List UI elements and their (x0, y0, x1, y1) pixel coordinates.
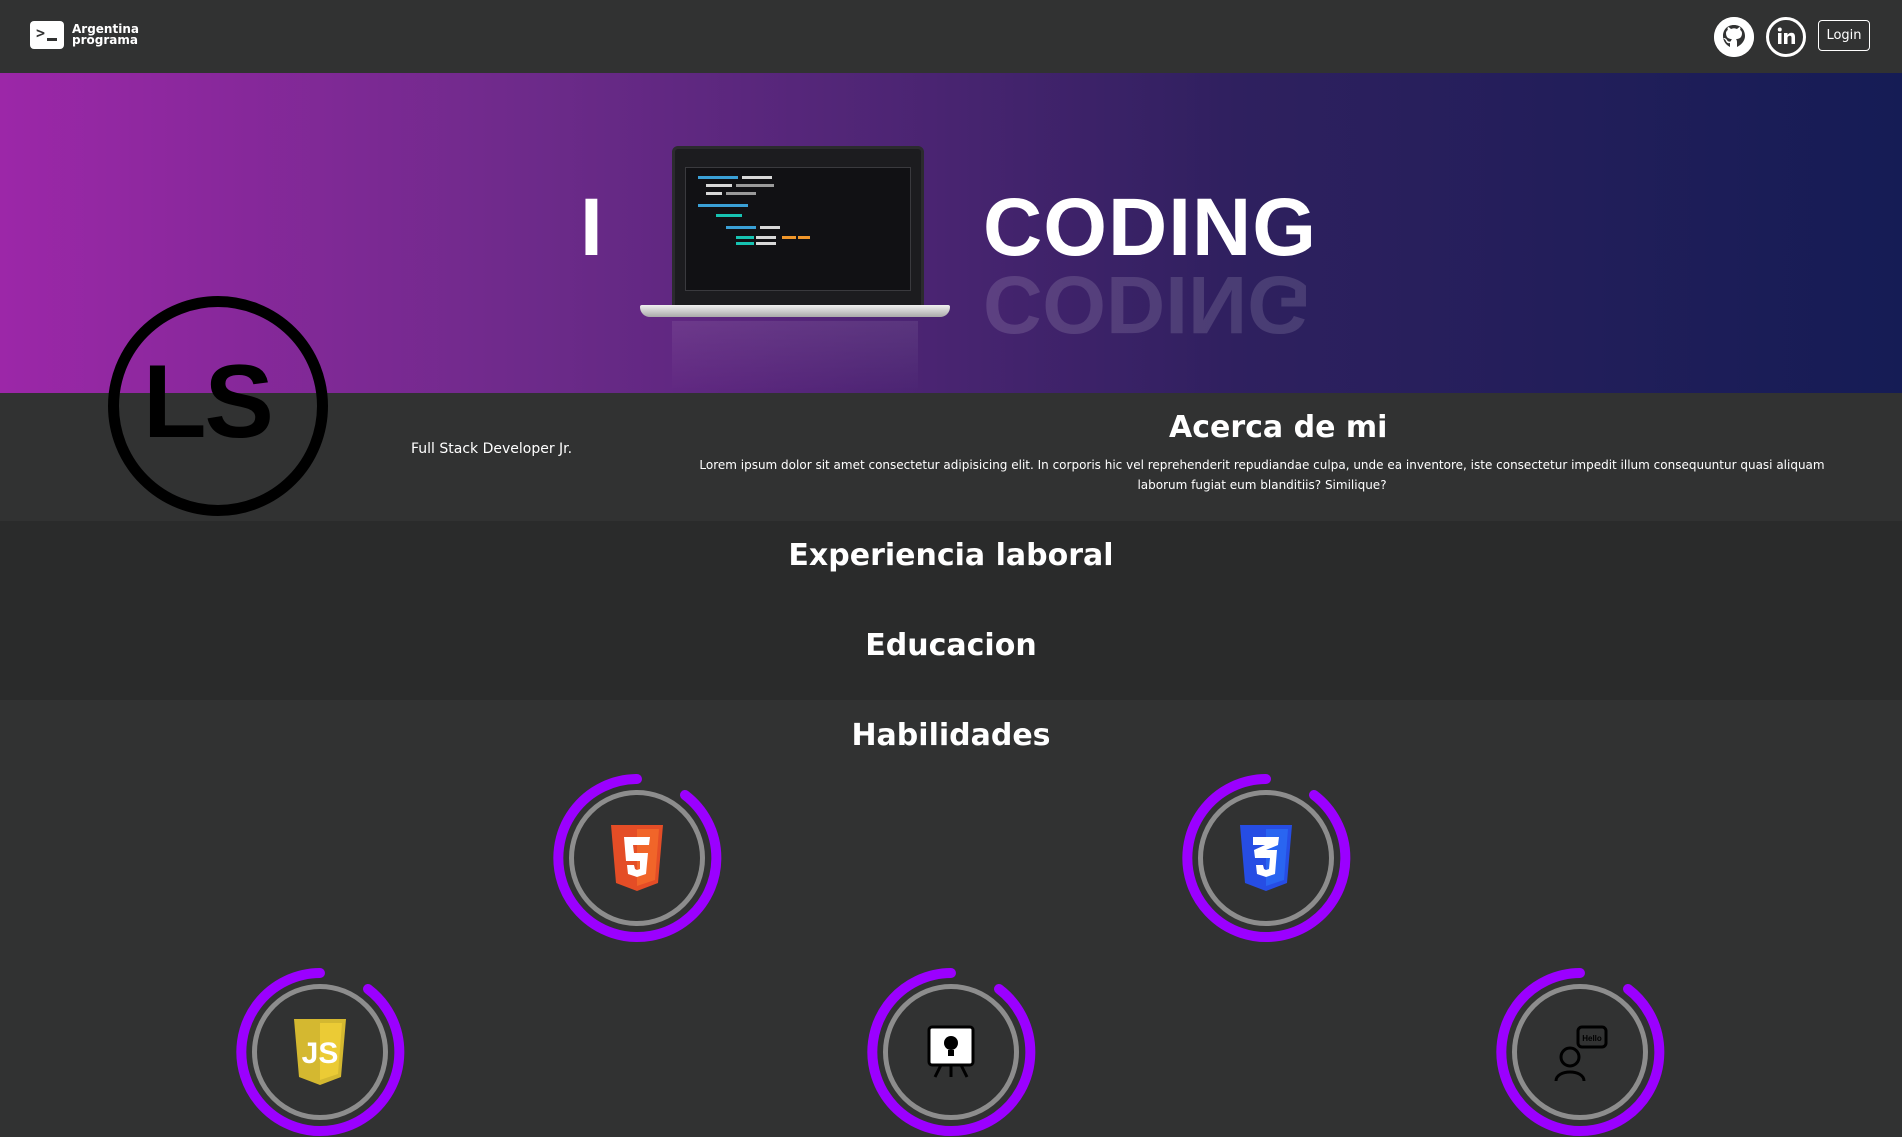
skill-css3 (1181, 773, 1351, 943)
about-text: Lorem ipsum dolor sit amet consectetur a… (699, 458, 1825, 492)
banner-text-i: I (580, 182, 603, 273)
svg-text:JS: JS (302, 1037, 339, 1070)
brand-logo[interactable]: > Argentina programa (30, 21, 139, 49)
communication-icon: Hello (1550, 1017, 1610, 1087)
communication-hello-text: Hello (1582, 1034, 1602, 1043)
education-title: Educacion (865, 628, 1037, 663)
github-icon[interactable] (1714, 17, 1754, 57)
experience-title: Experiencia laboral (788, 538, 1114, 573)
brand-line-2: programa (72, 33, 138, 47)
skill-html5 (552, 773, 722, 943)
laptop-illustration (672, 146, 924, 308)
about-title: Acerca de mi (1169, 410, 1388, 445)
terminal-icon: > (30, 21, 64, 49)
html5-icon (607, 823, 667, 893)
laptop-base (640, 305, 950, 317)
top-navbar: > Argentina programa Login (0, 0, 1902, 73)
linkedin-icon[interactable] (1766, 17, 1806, 57)
brand-name: Argentina programa (72, 23, 139, 47)
skill-communication: Hello (1495, 967, 1665, 1137)
lightbulb-presentation-icon (921, 1017, 981, 1087)
laptop-code-screen (685, 167, 911, 291)
profile-logo-text: LS (143, 344, 274, 460)
laptop-reflection (672, 321, 918, 391)
banner-text-coding: CODING (983, 182, 1317, 273)
skills-title: Habilidades (851, 718, 1051, 753)
banner-text-coding-reflection: CODING (983, 259, 1311, 350)
profile-role: Full Stack Developer Jr. (411, 441, 573, 457)
skill-creativity (866, 967, 1036, 1137)
skill-javascript: JS (235, 967, 405, 1137)
login-button[interactable]: Login (1818, 20, 1870, 51)
javascript-icon: JS (290, 1017, 350, 1087)
css3-icon (1236, 823, 1296, 893)
